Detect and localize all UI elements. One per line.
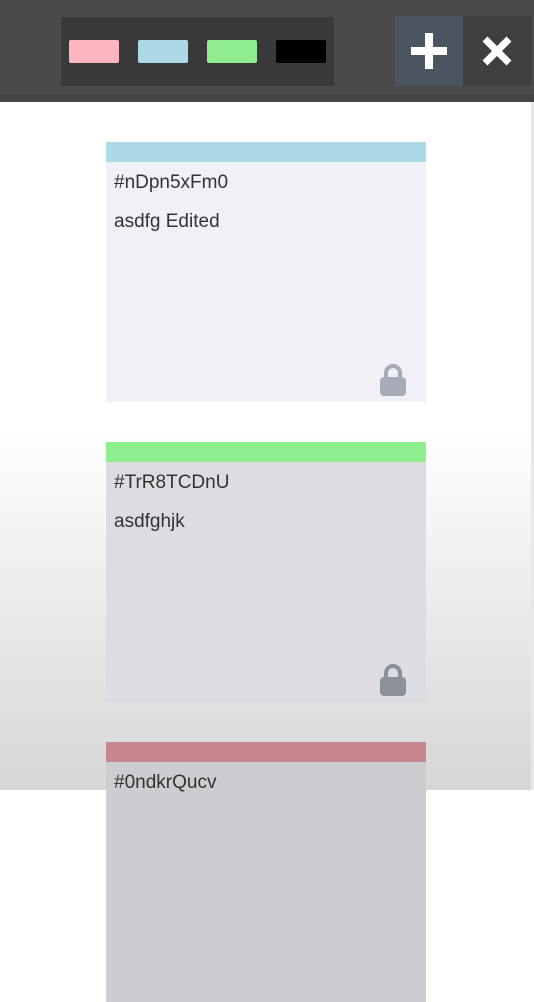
- note-color-strip: [106, 142, 426, 162]
- plus-icon: [411, 33, 447, 69]
- lock-icon[interactable]: [378, 363, 408, 397]
- note-color-strip: [106, 742, 426, 762]
- toolbar-shadow: [0, 94, 534, 102]
- color-palette: [61, 17, 334, 86]
- note-card[interactable]: #0ndkrQucv: [106, 742, 426, 1002]
- color-swatch-light-blue[interactable]: [138, 40, 188, 63]
- add-note-button[interactable]: [395, 16, 463, 86]
- note-text[interactable]: asdfghjk: [114, 511, 185, 533]
- note-color-strip: [106, 442, 426, 462]
- note-text[interactable]: asdfg Edited: [114, 211, 220, 233]
- note-card[interactable]: #nDpn5xFm0 asdfg Edited: [106, 142, 426, 402]
- note-id: #0ndkrQucv: [114, 772, 217, 793]
- note-id: #TrR8TCDnU: [114, 472, 230, 493]
- note-id: #nDpn5xFm0: [114, 172, 229, 193]
- color-swatch-pink[interactable]: [69, 40, 119, 63]
- color-swatch-black[interactable]: [276, 40, 326, 63]
- close-icon: [482, 36, 512, 66]
- color-swatch-light-green[interactable]: [207, 40, 257, 63]
- close-button[interactable]: [463, 16, 531, 86]
- lock-icon[interactable]: [378, 663, 408, 697]
- note-card[interactable]: #TrR8TCDnU asdfghjk: [106, 442, 426, 702]
- toolbar: [0, 0, 534, 102]
